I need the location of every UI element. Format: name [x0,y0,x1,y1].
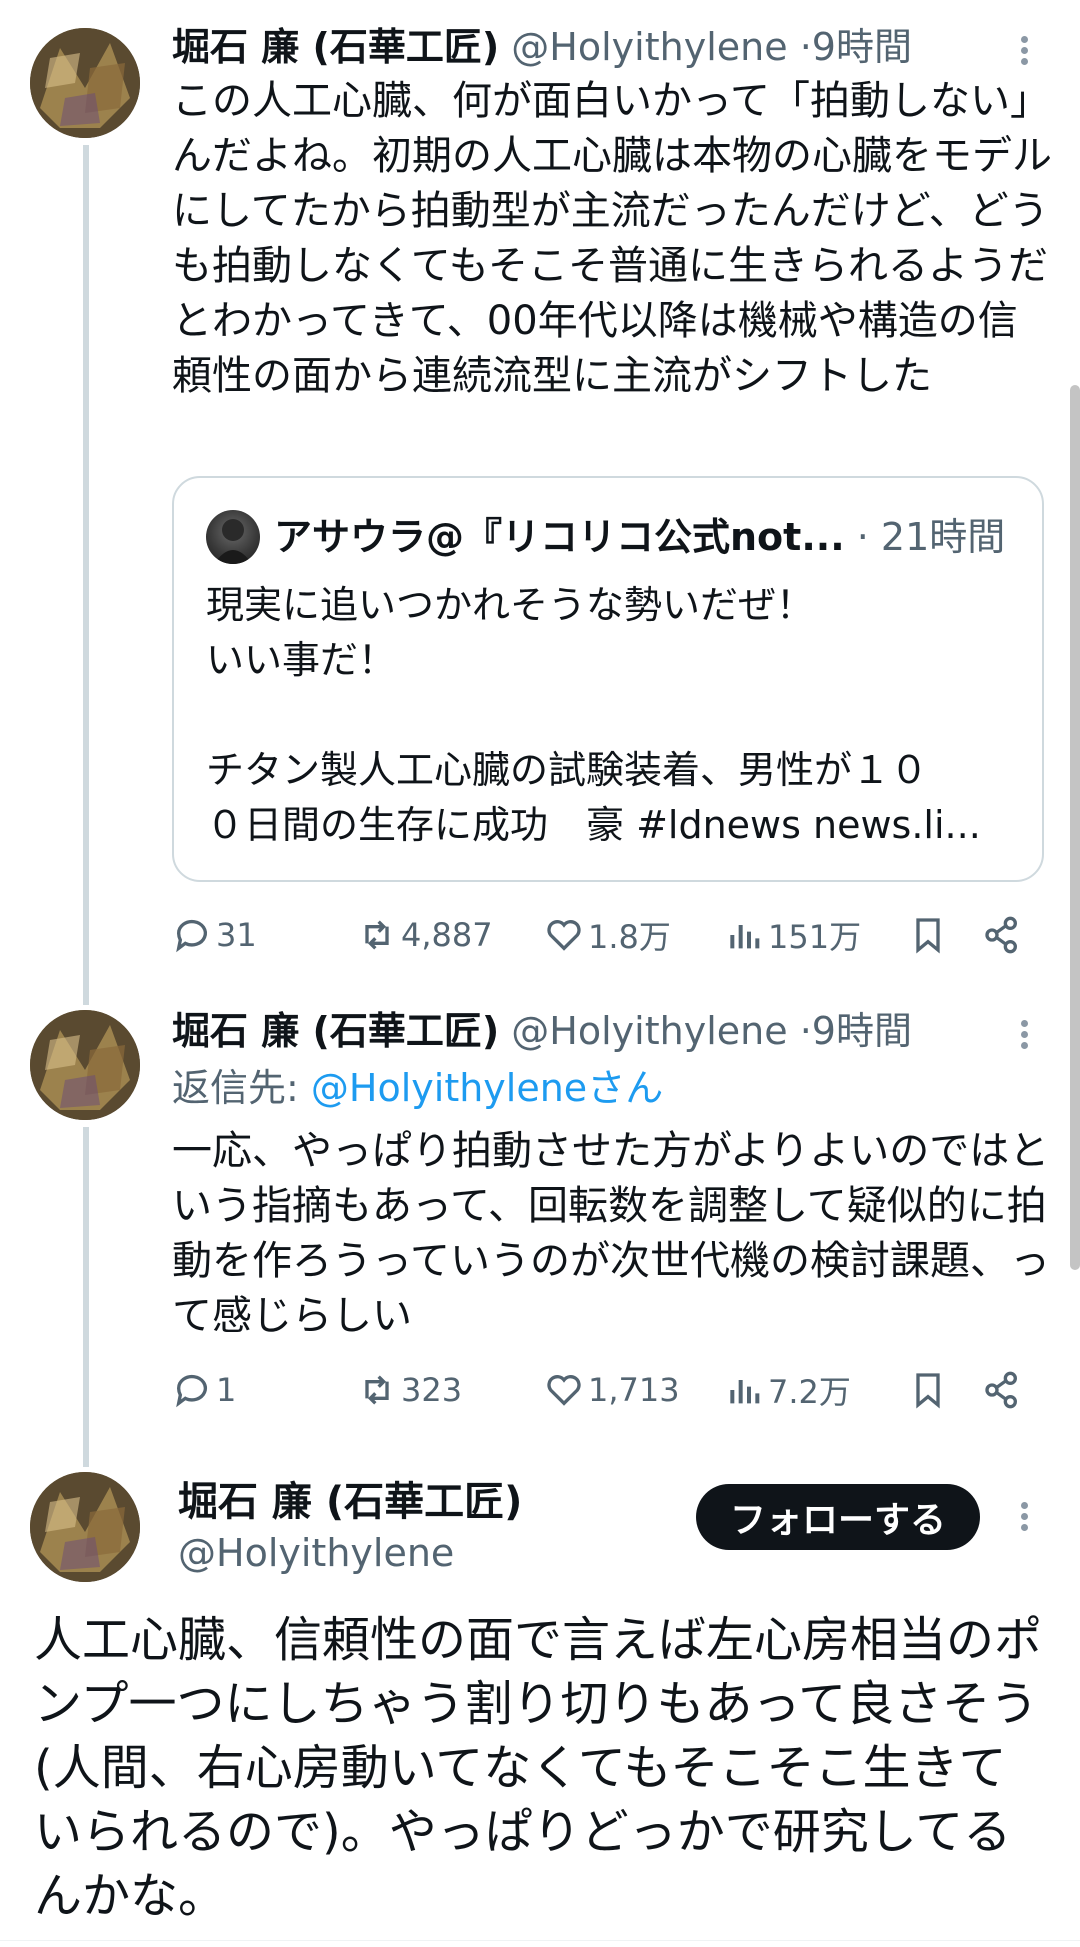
bookmark-icon [916,1373,940,1409]
share-button[interactable] [982,1365,1026,1415]
views-button[interactable]: 151万 [724,910,861,960]
avatar[interactable] [30,1472,140,1582]
heart-icon [547,1375,581,1406]
display-name[interactable]: 堀石 廉 (石華工匠) [178,1476,522,1528]
more-icon[interactable] [1014,1016,1034,1056]
share-icon [985,916,1017,954]
avatar[interactable] [30,1010,140,1120]
analytics-icon [730,1380,760,1404]
like-count: 1.8万 [588,918,671,956]
reply-button[interactable]: 1 [172,1365,236,1415]
share-button[interactable] [982,910,1026,960]
handle[interactable]: @Holyithylene [511,25,787,69]
retweet-icon [365,1375,389,1405]
reply-icon [176,1374,207,1408]
tweet-text: 一応、やっぱり拍動させた方がよりよいのではという指摘もあって、回転数を調整して疑… [172,1128,1050,1339]
reply-prefix: 返信先: [172,1066,311,1110]
quote-timestamp: 21時間 [880,515,1006,559]
more-icon[interactable] [1014,1498,1034,1538]
tweet-header: 堀石 廉 (石華工匠) @Holyithylene ·9時間 [172,22,912,72]
reply-count: 1 [216,1371,237,1409]
heart-icon [547,920,581,951]
timestamp[interactable]: 9時間 [812,1009,912,1053]
views-count: 151万 [768,918,862,956]
quote-header: アサウラ@『リコリコ公式not... · 21時間 [274,510,1005,564]
handle[interactable]: @Holyithylene [511,1009,787,1053]
retweet-button[interactable]: 323 [357,1365,462,1415]
handle[interactable]: @Holyithylene [178,1528,454,1578]
retweet-icon [365,920,389,950]
share-icon [985,1371,1017,1409]
reply-target-link[interactable]: @Holyithyleneさん [311,1066,663,1110]
quote-separator: · [856,515,869,559]
scrollbar[interactable] [1070,385,1080,1270]
reply-context: 返信先: @Holyithyleneさん [172,1063,663,1113]
retweet-count: 4,887 [401,916,493,954]
reply-button[interactable]: 31 [172,910,257,960]
bookmark-button[interactable] [908,910,952,960]
separator: · [799,1009,812,1053]
like-count: 1,713 [588,1371,680,1409]
tweet-text: 人工心臓、信頼性の面で言えば左心房相当のポンプ一つにしちゃう割り切りもあって良さ… [34,1612,1043,1924]
reply-icon [176,919,207,953]
timestamp[interactable]: 9時間 [812,25,912,69]
display-name[interactable]: 堀石 廉 (石華工匠) [172,1009,499,1053]
display-name[interactable]: 堀石 廉 (石華工匠) [172,25,499,69]
more-icon[interactable] [1014,32,1034,72]
retweet-button[interactable]: 4,887 [357,910,493,960]
tweet-header: 堀石 廉 (石華工匠) @Holyithylene ·9時間 [172,1006,912,1056]
quote-display-name: アサウラ@『リコリコ公式not... [274,515,845,559]
tweet-actions: 31 4,887 1.8万 151万 [172,910,1032,960]
views-count: 7.2万 [768,1373,851,1411]
tweet-actions: 1 323 1,713 7.2万 [172,1365,1032,1415]
divider [0,1940,1080,1941]
reply-count: 31 [216,916,257,954]
views-button[interactable]: 7.2万 [724,1365,851,1415]
separator: · [799,25,812,69]
quote-avatar [206,510,260,564]
bookmark-icon [916,918,940,954]
quote-text: 現実に追いつかれそうな勢いだぜ！ いい事だ！ チタン製人工心臓の試験装着、男性が… [206,583,981,847]
like-button[interactable]: 1,713 [544,1365,680,1415]
retweet-count: 323 [401,1371,463,1409]
like-button[interactable]: 1.8万 [544,910,671,960]
thread-line [83,145,89,1005]
tweet-text: この人工心臓、何が面白いかって「拍動しない」んだよね。初期の人工心臓は本物の心臓… [172,78,1052,399]
avatar[interactable] [30,28,140,138]
bookmark-button[interactable] [908,1365,952,1415]
analytics-icon [730,925,760,949]
follow-button[interactable]: フォローする [696,1484,980,1550]
quote-tweet[interactable]: アサウラ@『リコリコ公式not... · 21時間 現実に追いつかれそうな勢いだ… [172,476,1044,882]
thread-line [83,1127,89,1467]
